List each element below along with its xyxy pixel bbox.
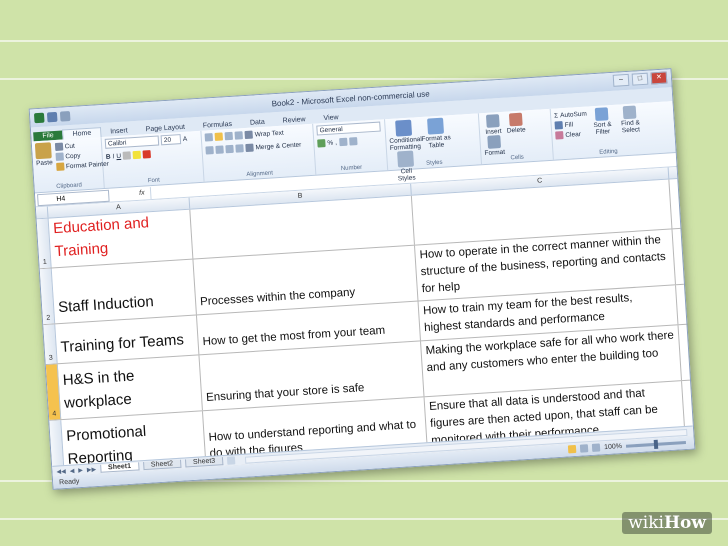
- copy-icon: [55, 152, 64, 162]
- excel-window: Book2 - Microsoft Excel non-commercial u…: [28, 68, 696, 490]
- indent-icon[interactable]: [235, 144, 244, 153]
- cell-a2[interactable]: Staff Induction: [51, 259, 197, 324]
- insert-cells-button[interactable]: Insert: [482, 114, 504, 136]
- sort-icon: [595, 107, 609, 122]
- page-layout-view-icon[interactable]: [579, 444, 589, 453]
- find-select-button[interactable]: Find & Select: [616, 105, 644, 137]
- increase-decimal-icon[interactable]: [338, 137, 348, 147]
- new-sheet-icon[interactable]: [226, 456, 236, 465]
- percent-button[interactable]: %: [327, 139, 333, 146]
- align-bottom-icon[interactable]: [224, 131, 234, 141]
- clipboard-group: Paste Cut Copy Format Painter Clipboard: [31, 137, 109, 193]
- sort-filter-button[interactable]: Sort & Filter: [589, 107, 617, 139]
- close-button[interactable]: ✕: [650, 71, 668, 85]
- cell-a1[interactable]: Education and Training: [48, 209, 194, 268]
- maximize-button[interactable]: □: [631, 72, 649, 86]
- align-center-icon[interactable]: [215, 145, 224, 154]
- currency-icon[interactable]: [317, 139, 326, 148]
- normal-view-icon[interactable]: [567, 444, 577, 454]
- number-format-field[interactable]: General: [316, 121, 381, 136]
- table-icon: [426, 117, 444, 135]
- fill-color-icon[interactable]: [132, 150, 142, 160]
- zoom-level[interactable]: 100%: [604, 443, 622, 451]
- format-painter-button[interactable]: Format Painter: [55, 159, 110, 172]
- cell-a4[interactable]: H&S in the workplace: [57, 355, 203, 420]
- align-left-icon[interactable]: [205, 146, 214, 155]
- font-size-field[interactable]: 20: [160, 134, 182, 146]
- select-all-corner[interactable]: [35, 206, 49, 219]
- align-middle-icon[interactable]: [214, 132, 224, 141]
- font-name-field[interactable]: Calibri: [104, 135, 160, 149]
- undo-icon[interactable]: [59, 111, 71, 122]
- paintbrush-icon: [55, 162, 65, 171]
- binoculars-icon: [622, 105, 637, 120]
- eraser-icon: [555, 131, 564, 140]
- conditional-formatting-button[interactable]: Conditional Formatting: [388, 119, 422, 152]
- grow-font-icon[interactable]: A: [183, 135, 188, 142]
- font-color-icon[interactable]: [142, 150, 152, 159]
- wrap-text-icon: [244, 130, 253, 140]
- page-break-view-icon[interactable]: [591, 443, 601, 452]
- format-cells-button[interactable]: Format: [483, 135, 505, 157]
- status-ready: Ready: [58, 477, 80, 486]
- merge-center-button[interactable]: Merge & Center: [255, 141, 301, 151]
- save-icon[interactable]: [46, 111, 58, 123]
- format-as-table-button[interactable]: Format as Table: [420, 117, 452, 150]
- scissors-icon: [54, 142, 63, 152]
- wikihow-watermark: wikiHow: [622, 512, 712, 534]
- excel-logo-icon: [33, 112, 45, 124]
- clear-button[interactable]: Clear: [555, 129, 588, 141]
- wrap-text-button[interactable]: Wrap Text: [254, 129, 283, 138]
- number-group: General % , Number: [313, 119, 389, 175]
- font-group: Calibri 20 A B I U Font: [101, 130, 205, 188]
- zoom-slider[interactable]: [625, 439, 686, 449]
- function-icon[interactable]: fx: [139, 189, 145, 196]
- fill-icon: [554, 121, 563, 130]
- paste-button[interactable]: Paste: [35, 142, 53, 173]
- decrease-decimal-icon[interactable]: [348, 137, 358, 146]
- paste-icon: [35, 142, 53, 160]
- insert-icon: [485, 114, 500, 128]
- last-sheet-icon[interactable]: ▶▶: [87, 466, 97, 474]
- align-top-icon[interactable]: [204, 133, 214, 142]
- italic-button[interactable]: I: [112, 153, 114, 160]
- underline-button[interactable]: U: [116, 152, 121, 159]
- bold-button[interactable]: B: [106, 153, 111, 160]
- format-icon: [487, 135, 502, 149]
- minimize-button[interactable]: –: [612, 73, 630, 87]
- alignment-group: Wrap Text Merge & Center Alignment: [201, 123, 317, 182]
- delete-cells-button[interactable]: Delete: [505, 112, 527, 135]
- prev-sheet-icon[interactable]: ◀: [69, 467, 75, 474]
- borders-icon[interactable]: [122, 151, 132, 160]
- orientation-icon[interactable]: [234, 131, 243, 140]
- delete-icon: [508, 112, 523, 127]
- paper-line: [0, 40, 728, 42]
- conditional-formatting-icon: [395, 119, 413, 137]
- comma-button[interactable]: ,: [335, 139, 337, 146]
- cells-group: Insert Delete Format Cells: [478, 108, 554, 165]
- merge-icon: [245, 143, 254, 153]
- first-sheet-icon[interactable]: ◀◀: [56, 467, 66, 475]
- align-right-icon[interactable]: [225, 144, 234, 154]
- sigma-icon: Σ: [553, 111, 559, 120]
- editing-group: Σ AutoSum Fill Clear Sort & Filter Find &…: [551, 102, 664, 160]
- next-sheet-icon[interactable]: ▶: [78, 466, 83, 473]
- styles-group: Conditional Formatting Format as Table C…: [385, 113, 483, 183]
- zoom-slider-handle[interactable]: [653, 439, 659, 449]
- paper-line: [0, 518, 728, 520]
